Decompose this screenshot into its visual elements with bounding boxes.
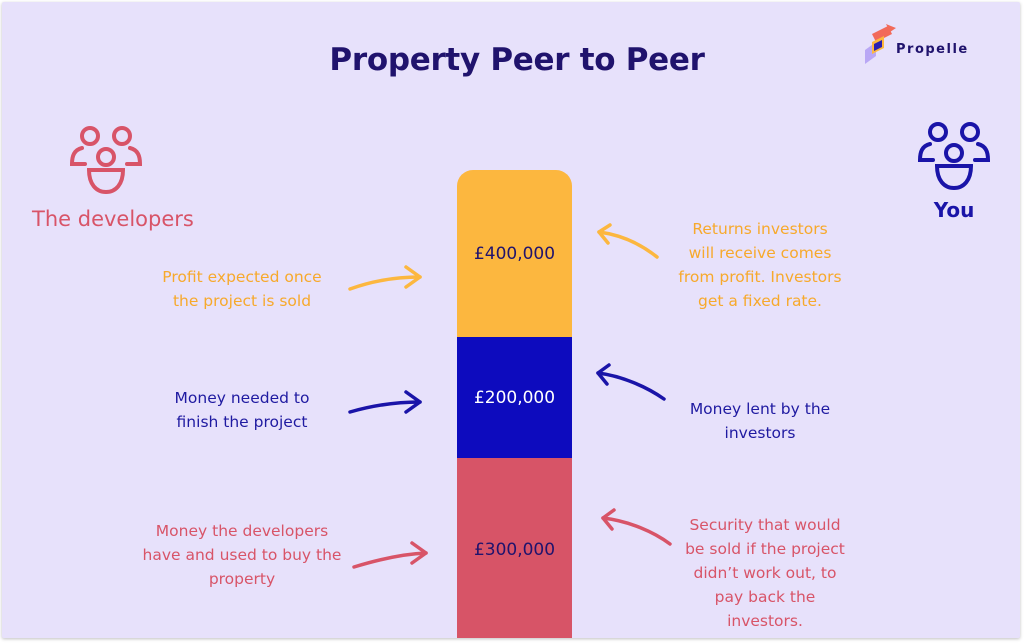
arrows-layer [348,223,672,569]
profit-arrow-icon [348,265,422,291]
returns-arrow-icon [597,223,659,259]
infographic-canvas: Property Peer to Peer Propelle The devel… [2,2,1020,638]
security-arrow-icon [601,508,672,546]
lent-arrow-icon [596,363,666,401]
developers-money-arrow-icon [352,541,428,569]
needed-arrow-icon [348,390,422,414]
